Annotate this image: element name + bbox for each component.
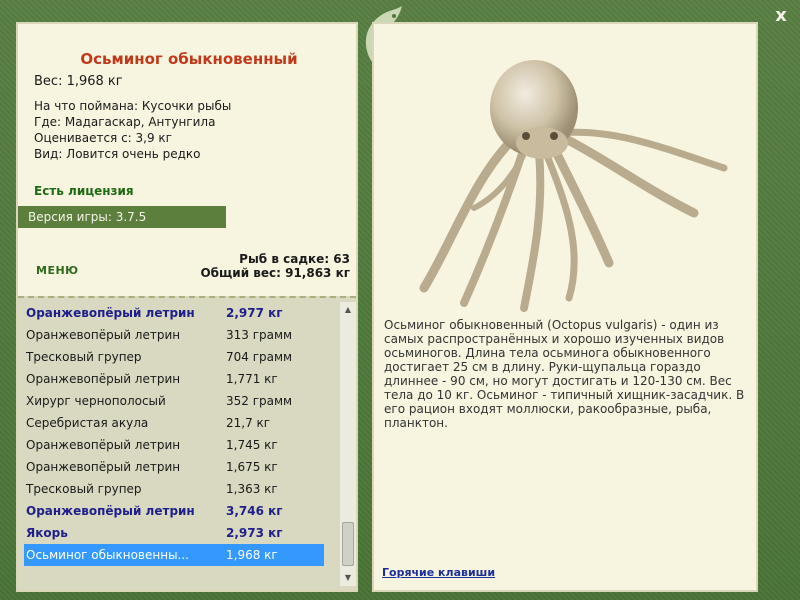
fish-rarity: Вид: Ловится очень редко (34, 147, 201, 161)
fish-weight: Вес: 1,968 кг (34, 74, 123, 89)
catch-item-name: Тресковый групер (26, 350, 142, 364)
catch-item-name: Оранжевопёрый летрин (26, 328, 181, 342)
catch-item-name: Оранжевопёрый летрин (26, 306, 195, 320)
catch-item-weight: 1,675 кг (226, 460, 278, 474)
chevron-down-icon[interactable]: ▼ (340, 570, 356, 586)
catch-list-scrollbar[interactable]: ▲ ▼ (340, 302, 356, 586)
catch-item-name: Хирург чернополосый (26, 394, 166, 408)
catch-list-item[interactable]: Оранжевопёрый летрин 1,771 кг (24, 368, 324, 390)
catch-list-container: Оранжевопёрый летрин 2,977 кг Оранжевопёры… (18, 296, 356, 590)
fish-description-panel: Осьминог обыкновенный (Octopus vulgaris)… (372, 22, 758, 592)
octopus-picture (419, 60, 728, 312)
catch-item-weight: 2,973 кг (226, 526, 283, 540)
hotkeys-link[interactable]: Горячие клавиши (382, 566, 495, 579)
catch-item-weight: 704 грамм (226, 350, 293, 364)
catch-item-weight: 3,746 кг (226, 504, 283, 518)
catch-list: Оранжевопёрый летрин 2,977 кг Оранжевопёры… (24, 302, 324, 566)
close-button[interactable]: x (770, 6, 792, 28)
catch-list-item[interactable]: Оранжевопёрый летрин 1,675 кг (24, 456, 324, 478)
fish-description: Осьминог обыкновенный (Octopus vulgaris)… (384, 318, 745, 430)
catch-list-item[interactable]: Оранжевопёрый летрин 3,746 кг (24, 500, 324, 522)
catch-item-name: Оранжевопёрый летрин (26, 372, 181, 386)
keep-total-weight: Общий вес: 91,863 кг (200, 266, 350, 280)
fish-location: Где: Мадагаскар, Антунгила (34, 115, 216, 129)
catch-list-item[interactable]: Оранжевопёрый летрин 1,745 кг (24, 434, 324, 456)
catch-list-item-selected[interactable]: Осьминог обыкновенны... 1,968 кг (24, 544, 324, 566)
chevron-up-icon[interactable]: ▲ (340, 302, 356, 318)
menu-button[interactable]: МЕНЮ (36, 264, 79, 277)
catch-list-item[interactable]: Хирург чернополосый 352 грамм (24, 390, 324, 412)
close-icon: x (775, 5, 787, 26)
catch-item-weight: 1,745 кг (226, 438, 278, 452)
catch-list-item[interactable]: Серебристая акула 21,7 кг (24, 412, 324, 434)
fish-title: Осьминог обыкновенный (80, 50, 298, 68)
fish-details: На что поймана: Кусочки рыбы Где: Мадага… (34, 98, 231, 162)
catch-item-name: Осьминог обыкновенны... (26, 548, 189, 562)
scrollbar-thumb[interactable] (342, 522, 354, 566)
catch-item-name: Оранжевопёрый летрин (26, 438, 181, 452)
catch-list-item[interactable]: Тресковый групер 1,363 кг (24, 478, 324, 500)
fish-info-panel: Осьминог обыкновенный Вес: 1,968 кг На ч… (16, 22, 358, 592)
catch-list-item[interactable]: Оранжевопёрый летрин 313 грамм (24, 324, 324, 346)
license-status: Есть лицензия (34, 184, 134, 198)
catch-item-weight: 1,968 кг (226, 548, 278, 562)
catch-item-weight: 1,771 кг (226, 372, 278, 386)
catch-item-weight: 313 грамм (226, 328, 293, 342)
keep-stats: Рыб в садке: 63 Общий вес: 91,863 кг (200, 252, 350, 280)
catch-item-name: Тресковый групер (26, 482, 142, 496)
keep-count: Рыб в садке: 63 (239, 252, 350, 266)
catch-item-name: Якорь (26, 526, 68, 540)
catch-list-item[interactable]: Оранжевопёрый летрин 2,977 кг (24, 302, 324, 324)
catch-item-name: Оранжевопёрый летрин (26, 460, 181, 474)
catch-item-weight: 1,363 кг (226, 482, 278, 496)
catch-list-item[interactable]: Тресковый групер 704 грамм (24, 346, 324, 368)
catch-item-weight: 2,977 кг (226, 306, 283, 320)
catch-item-name: Оранжевопёрый летрин (26, 504, 195, 518)
fish-rated-from: Оценивается с: 3,9 кг (34, 131, 172, 145)
catch-item-name: Серебристая акула (26, 416, 149, 430)
catch-item-weight: 21,7 кг (226, 416, 271, 430)
fish-bait: На что поймана: Кусочки рыбы (34, 99, 232, 113)
version-bar: Версия игры: 3.7.5 (18, 206, 226, 228)
catch-item-weight: 352 грамм (226, 394, 293, 408)
catch-list-item[interactable]: Якорь 2,973 кг (24, 522, 324, 544)
